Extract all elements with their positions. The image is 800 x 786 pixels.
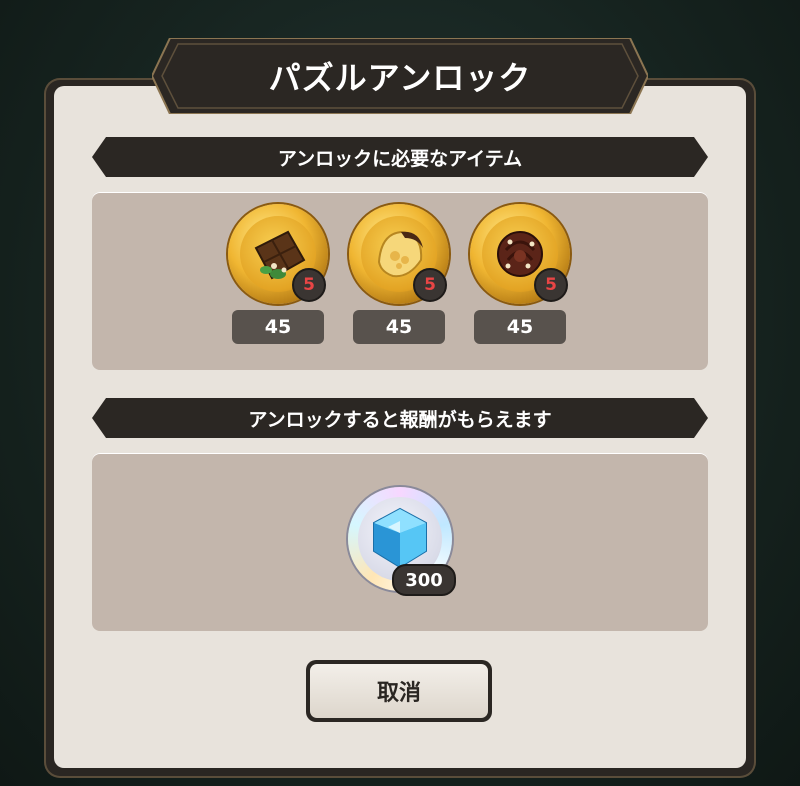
item-level-badge: 5 <box>413 268 447 302</box>
reward-amount: 300 <box>392 564 456 596</box>
cancel-button[interactable]: 取消 <box>306 660 492 722</box>
reward-banner: アンロックすると報酬がもらえます <box>92 398 708 438</box>
item-count: 45 <box>474 310 566 344</box>
item-level-badge: 5 <box>534 268 568 302</box>
dialog-title: パズルアンロック <box>268 59 532 97</box>
title-plate: パズルアンロック <box>152 38 648 114</box>
cancel-button-label: 取消 <box>310 664 488 718</box>
item-count: 45 <box>353 310 445 344</box>
reward-header: アンロックすると報酬がもらえます <box>248 408 552 431</box>
item-level-badge: 5 <box>292 268 326 302</box>
required-items-banner: アンロックに必要なアイテム <box>92 137 708 177</box>
required-items-header: アンロックに必要なアイテム <box>277 147 523 170</box>
item-count: 45 <box>232 310 324 344</box>
